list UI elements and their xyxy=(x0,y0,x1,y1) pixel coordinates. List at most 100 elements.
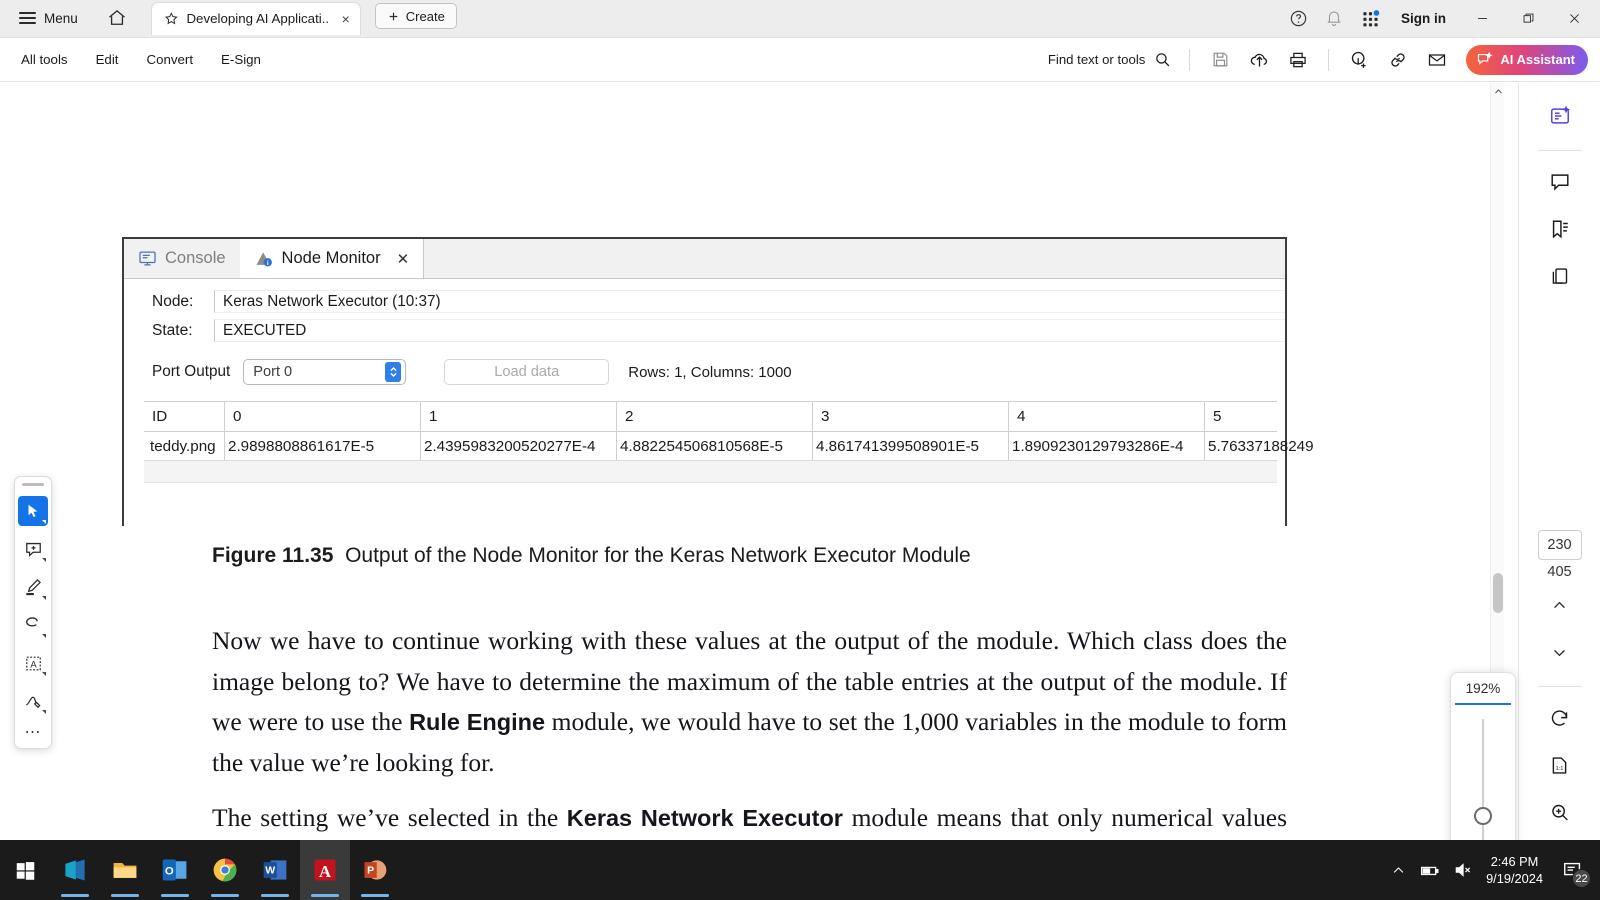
fit-page-button[interactable]: 1:1 xyxy=(1541,746,1579,784)
node-monitor-body: Node: Keras Network Executor (10:37) Sta… xyxy=(124,279,1314,526)
cloud-upload-icon xyxy=(1250,53,1267,67)
zoom-slider-thumb[interactable] xyxy=(1474,807,1492,825)
paragraph-1-bold-1: Rule Engine xyxy=(409,709,546,735)
volume-muted-icon[interactable] xyxy=(1453,860,1473,880)
taskbar-app-chrome[interactable] xyxy=(200,840,250,900)
add-comment-tool-button[interactable] xyxy=(18,534,48,564)
windows-logo-icon xyxy=(16,861,34,880)
upload-cloud-button[interactable] xyxy=(1241,44,1277,76)
start-button[interactable] xyxy=(0,840,50,900)
print-button[interactable] xyxy=(1280,44,1316,76)
running-indicator xyxy=(111,894,139,897)
svg-text:A: A xyxy=(30,659,37,670)
maximize-button[interactable] xyxy=(1506,0,1550,37)
draw-tool-button[interactable] xyxy=(18,610,48,640)
page-thumbnails-button[interactable] xyxy=(1541,257,1579,295)
table-header-cell[interactable]: 2 xyxy=(616,402,812,431)
chevron-updown-icon[interactable] xyxy=(385,362,402,382)
email-button[interactable] xyxy=(1419,44,1455,76)
notification-center-button[interactable]: 22 xyxy=(1556,853,1591,888)
notifications-button[interactable] xyxy=(1317,1,1351,35)
cmd-edit[interactable]: Edit xyxy=(85,45,130,74)
hamburger-icon xyxy=(19,12,36,24)
toolbar-drag-handle[interactable] xyxy=(22,483,44,486)
node-monitor-tab-label: Node Monitor xyxy=(281,249,381,267)
help-circle-icon xyxy=(1290,10,1306,26)
apps-grid-button[interactable] xyxy=(1353,1,1387,35)
grid-apps-icon xyxy=(1362,9,1379,26)
table-cell: 5.76337188249 xyxy=(1204,432,1400,460)
command-bar-left: All tools Edit Convert E-Sign xyxy=(0,45,272,74)
find-text-or-tools[interactable]: Find text or tools xyxy=(1042,46,1177,73)
lasso-draw-icon xyxy=(26,617,38,627)
help-button[interactable] xyxy=(1281,1,1315,35)
next-page-button[interactable] xyxy=(1541,633,1579,671)
node-monitor-tabstrip: Console i Node Monitor ✕ xyxy=(124,239,1285,279)
close-icon[interactable]: ✕ xyxy=(397,250,410,268)
rotate-page-button[interactable] xyxy=(1541,699,1579,737)
select-tool-button[interactable] xyxy=(18,496,48,526)
table-cell: 4.882254506810568E-5 xyxy=(616,432,812,460)
taskbar-app-file-explorer[interactable] xyxy=(100,840,150,900)
load-data-button[interactable]: Load data xyxy=(444,359,610,385)
cmd-esign[interactable]: E-Sign xyxy=(210,45,272,74)
share-link-button[interactable] xyxy=(1380,44,1416,76)
sign-in-button[interactable]: Sign in xyxy=(1389,5,1458,32)
bookmarks-panel-button[interactable] xyxy=(1541,210,1579,248)
taskbar-app-acrobat[interactable]: A xyxy=(300,840,350,900)
svg-text:A: A xyxy=(319,862,331,881)
chevron-down-icon xyxy=(42,672,46,676)
comments-panel-button[interactable] xyxy=(1541,163,1579,201)
tray-expand-chevron-icon[interactable] xyxy=(1391,863,1406,878)
taskbar-clock[interactable]: 2:46 PM 9/19/2024 xyxy=(1486,853,1543,887)
scrollbar-thumb[interactable] xyxy=(1493,573,1503,613)
add-comment-button[interactable] xyxy=(1341,44,1377,76)
node-monitor-tab-console[interactable]: Console xyxy=(124,239,240,278)
zoom-in-button[interactable] xyxy=(1541,793,1579,831)
ai-assistant-button[interactable]: AI Assistant xyxy=(1466,44,1588,75)
port-output-select[interactable]: Port 0 xyxy=(243,359,407,385)
acrobat-icon: A xyxy=(314,859,336,881)
sign-tool-button[interactable] xyxy=(18,686,48,716)
document-tab[interactable]: Developing AI Applicati... × xyxy=(150,1,361,35)
table-header-cell[interactable]: 3 xyxy=(812,402,1008,431)
menu-button[interactable]: Menu xyxy=(10,6,87,31)
title-bar-left: Menu Developing AI Applicati... × Create xyxy=(0,0,457,37)
save-button[interactable] xyxy=(1202,44,1238,76)
ai-summary-button[interactable] xyxy=(1541,97,1579,135)
taskbar-app-outlook[interactable]: O xyxy=(150,840,200,900)
application-window: Menu Developing AI Applicati... × Create xyxy=(0,0,1600,900)
battery-icon[interactable] xyxy=(1419,860,1440,881)
running-indicator xyxy=(211,894,239,897)
zoom-slider-track[interactable] xyxy=(1474,719,1492,840)
more-tools-button[interactable]: ⋯ xyxy=(25,722,42,742)
node-monitor-tab-node-monitor[interactable]: i Node Monitor ✕ xyxy=(239,239,425,278)
svg-text:W: W xyxy=(265,865,275,877)
table-header-cell[interactable]: 4 xyxy=(1008,402,1204,431)
table-header-cell[interactable]: 0 xyxy=(224,402,420,431)
highlight-tool-button[interactable] xyxy=(18,572,48,602)
cmd-all-tools[interactable]: All tools xyxy=(10,45,79,74)
taskbar-app-teams[interactable] xyxy=(50,840,100,900)
page-number-input[interactable]: 230 xyxy=(1537,530,1582,560)
create-button[interactable]: Create xyxy=(374,3,457,29)
table-row[interactable]: teddy.png 2.9898808861617E-5 2.439598320… xyxy=(144,432,1314,461)
copy-pages-icon xyxy=(1552,267,1568,284)
scroll-up-button[interactable] xyxy=(1491,83,1505,99)
minimize-button[interactable] xyxy=(1460,0,1504,37)
bookmark-icon xyxy=(1552,220,1568,239)
table-header-cell[interactable]: ID xyxy=(144,402,224,431)
home-button[interactable] xyxy=(97,2,137,34)
restore-icon xyxy=(1523,13,1533,23)
previous-page-button[interactable] xyxy=(1541,586,1579,624)
taskbar-app-word[interactable]: W xyxy=(250,840,300,900)
minimize-icon xyxy=(1477,17,1487,19)
table-header-cell[interactable]: 5 xyxy=(1204,402,1400,431)
close-window-button[interactable] xyxy=(1552,0,1596,37)
table-header-cell[interactable]: 1 xyxy=(420,402,616,431)
taskbar-app-powerpoint[interactable]: P xyxy=(350,840,400,900)
add-text-tool-button[interactable]: A xyxy=(18,648,48,678)
star-icon[interactable] xyxy=(164,11,179,26)
cmd-convert[interactable]: Convert xyxy=(135,45,204,74)
close-icon[interactable]: × xyxy=(342,12,350,26)
